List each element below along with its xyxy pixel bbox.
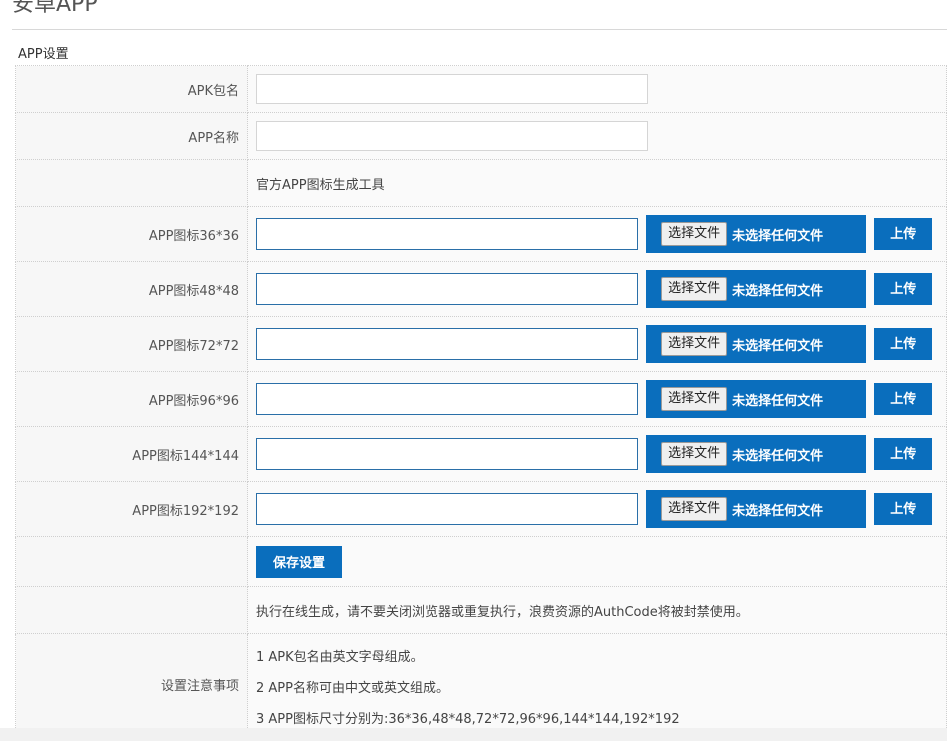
- icon-144-choose-file-button[interactable]: 选择文件: [661, 442, 728, 466]
- icon-96-no-file-text: 未选择任何文件: [732, 393, 824, 409]
- icon-48-file-picker: 选择文件 未选择任何文件: [646, 270, 867, 308]
- row-app-name: APP名称: [15, 112, 947, 160]
- icon-96-label: APP图标96*96: [15, 371, 248, 427]
- notes-cell: 1 APK包名由英文字母组成。 2 APP名称可由中文或英文组成。 3 APP图…: [247, 633, 947, 736]
- icon-48-cell: 选择文件 未选择任何文件 上传: [247, 261, 947, 317]
- row-apk-package: APK包名: [15, 65, 947, 113]
- icon-192-cell: 选择文件 未选择任何文件 上传: [247, 481, 947, 537]
- icon-96-cell: 选择文件 未选择任何文件 上传: [247, 371, 947, 427]
- icon-72-file-picker: 选择文件 未选择任何文件: [646, 325, 867, 363]
- row-icon-192: APP图标192*192 选择文件 未选择任何文件 上传: [15, 481, 947, 537]
- icon-144-file-picker: 选择文件 未选择任何文件: [646, 435, 867, 473]
- icon-96-upload-button[interactable]: 上传: [874, 383, 933, 415]
- icon-144-input[interactable]: [256, 438, 638, 470]
- icon-36-file-picker: 选择文件 未选择任何文件: [646, 215, 867, 253]
- execute-notice-cell: 执行在线生成，请不要关闭浏览器或重复执行，浪费资源的AuthCode将被封禁使用…: [247, 586, 947, 634]
- apk-package-input[interactable]: [256, 74, 648, 104]
- icon-36-input[interactable]: [256, 218, 638, 250]
- icon-144-no-file-text: 未选择任何文件: [732, 448, 824, 464]
- row-save: 保存设置: [15, 536, 947, 587]
- page-title: 安卓APP: [12, 0, 98, 17]
- icon-72-no-file-text: 未选择任何文件: [732, 338, 824, 354]
- icon-144-cell: 选择文件 未选择任何文件 上传: [247, 426, 947, 482]
- app-settings-form: APK包名 APP名称 官方APP图标生成工具 APP图标36*36 选择文件 …: [15, 65, 947, 736]
- icon-36-cell: 选择文件 未选择任何文件 上传: [247, 206, 947, 262]
- icon-tool-label-cell: [15, 159, 248, 207]
- icon-tool-cell: 官方APP图标生成工具: [247, 159, 947, 207]
- note-line-2: 2 APP名称可由中文或英文组成。: [256, 681, 449, 696]
- save-label-cell: [15, 536, 248, 587]
- execute-notice-text: 执行在线生成，请不要关闭浏览器或重复执行，浪费资源的AuthCode将被封禁使用…: [256, 604, 749, 620]
- icon-48-choose-file-button[interactable]: 选择文件: [661, 277, 728, 301]
- icon-192-choose-file-button[interactable]: 选择文件: [661, 497, 728, 521]
- icon-72-input[interactable]: [256, 328, 638, 360]
- title-divider: [12, 29, 947, 30]
- icon-192-no-file-text: 未选择任何文件: [732, 503, 824, 519]
- icon-72-cell: 选择文件 未选择任何文件 上传: [247, 316, 947, 372]
- icon-72-upload-button[interactable]: 上传: [874, 328, 933, 360]
- icon-48-upload-button[interactable]: 上传: [874, 273, 933, 305]
- row-icon-72: APP图标72*72 选择文件 未选择任何文件 上传: [15, 316, 947, 372]
- save-cell: 保存设置: [247, 536, 947, 587]
- icon-36-upload-button[interactable]: 上传: [874, 218, 933, 250]
- icon-192-upload-button[interactable]: 上传: [874, 493, 933, 525]
- execute-notice-label-cell: [15, 586, 248, 634]
- icon-192-input[interactable]: [256, 493, 638, 525]
- row-icon-48: APP图标48*48 选择文件 未选择任何文件 上传: [15, 261, 947, 317]
- notes-label: 设置注意事项: [15, 633, 248, 736]
- icon-36-label: APP图标36*36: [15, 206, 248, 262]
- icon-48-label: APP图标48*48: [15, 261, 248, 317]
- icon-144-label: APP图标144*144: [15, 426, 248, 482]
- icon-36-choose-file-button[interactable]: 选择文件: [661, 222, 728, 246]
- icon-96-choose-file-button[interactable]: 选择文件: [661, 387, 728, 411]
- icon-72-choose-file-button[interactable]: 选择文件: [661, 332, 728, 356]
- row-execute-notice: 执行在线生成，请不要关闭浏览器或重复执行，浪费资源的AuthCode将被封禁使用…: [15, 586, 947, 634]
- icon-192-file-picker: 选择文件 未选择任何文件: [646, 490, 867, 528]
- row-notes: 设置注意事项 1 APK包名由英文字母组成。 2 APP名称可由中文或英文组成。…: [15, 633, 947, 736]
- icon-96-input[interactable]: [256, 383, 638, 415]
- icon-48-no-file-text: 未选择任何文件: [732, 283, 824, 299]
- section-title: APP设置: [18, 47, 69, 62]
- app-name-cell: [247, 112, 947, 160]
- app-name-input[interactable]: [256, 121, 648, 151]
- icon-96-file-picker: 选择文件 未选择任何文件: [646, 380, 867, 418]
- row-icon-96: APP图标96*96 选择文件 未选择任何文件 上传: [15, 371, 947, 427]
- icon-72-label: APP图标72*72: [15, 316, 248, 372]
- bottom-scroll-strip: [0, 728, 947, 741]
- icon-48-input[interactable]: [256, 273, 638, 305]
- note-line-1: 1 APK包名由英文字母组成。: [256, 650, 424, 665]
- row-icon-36: APP图标36*36 选择文件 未选择任何文件 上传: [15, 206, 947, 262]
- icon-192-label: APP图标192*192: [15, 481, 248, 537]
- save-settings-button[interactable]: 保存设置: [256, 545, 342, 578]
- apk-package-label: APK包名: [15, 65, 248, 113]
- icon-36-no-file-text: 未选择任何文件: [732, 228, 824, 244]
- row-icon-tool: 官方APP图标生成工具: [15, 159, 947, 207]
- icon-144-upload-button[interactable]: 上传: [874, 438, 933, 470]
- app-name-label: APP名称: [15, 112, 248, 160]
- icon-generator-link[interactable]: 官方APP图标生成工具: [256, 178, 385, 193]
- row-icon-144: APP图标144*144 选择文件 未选择任何文件 上传: [15, 426, 947, 482]
- apk-package-cell: [247, 65, 947, 113]
